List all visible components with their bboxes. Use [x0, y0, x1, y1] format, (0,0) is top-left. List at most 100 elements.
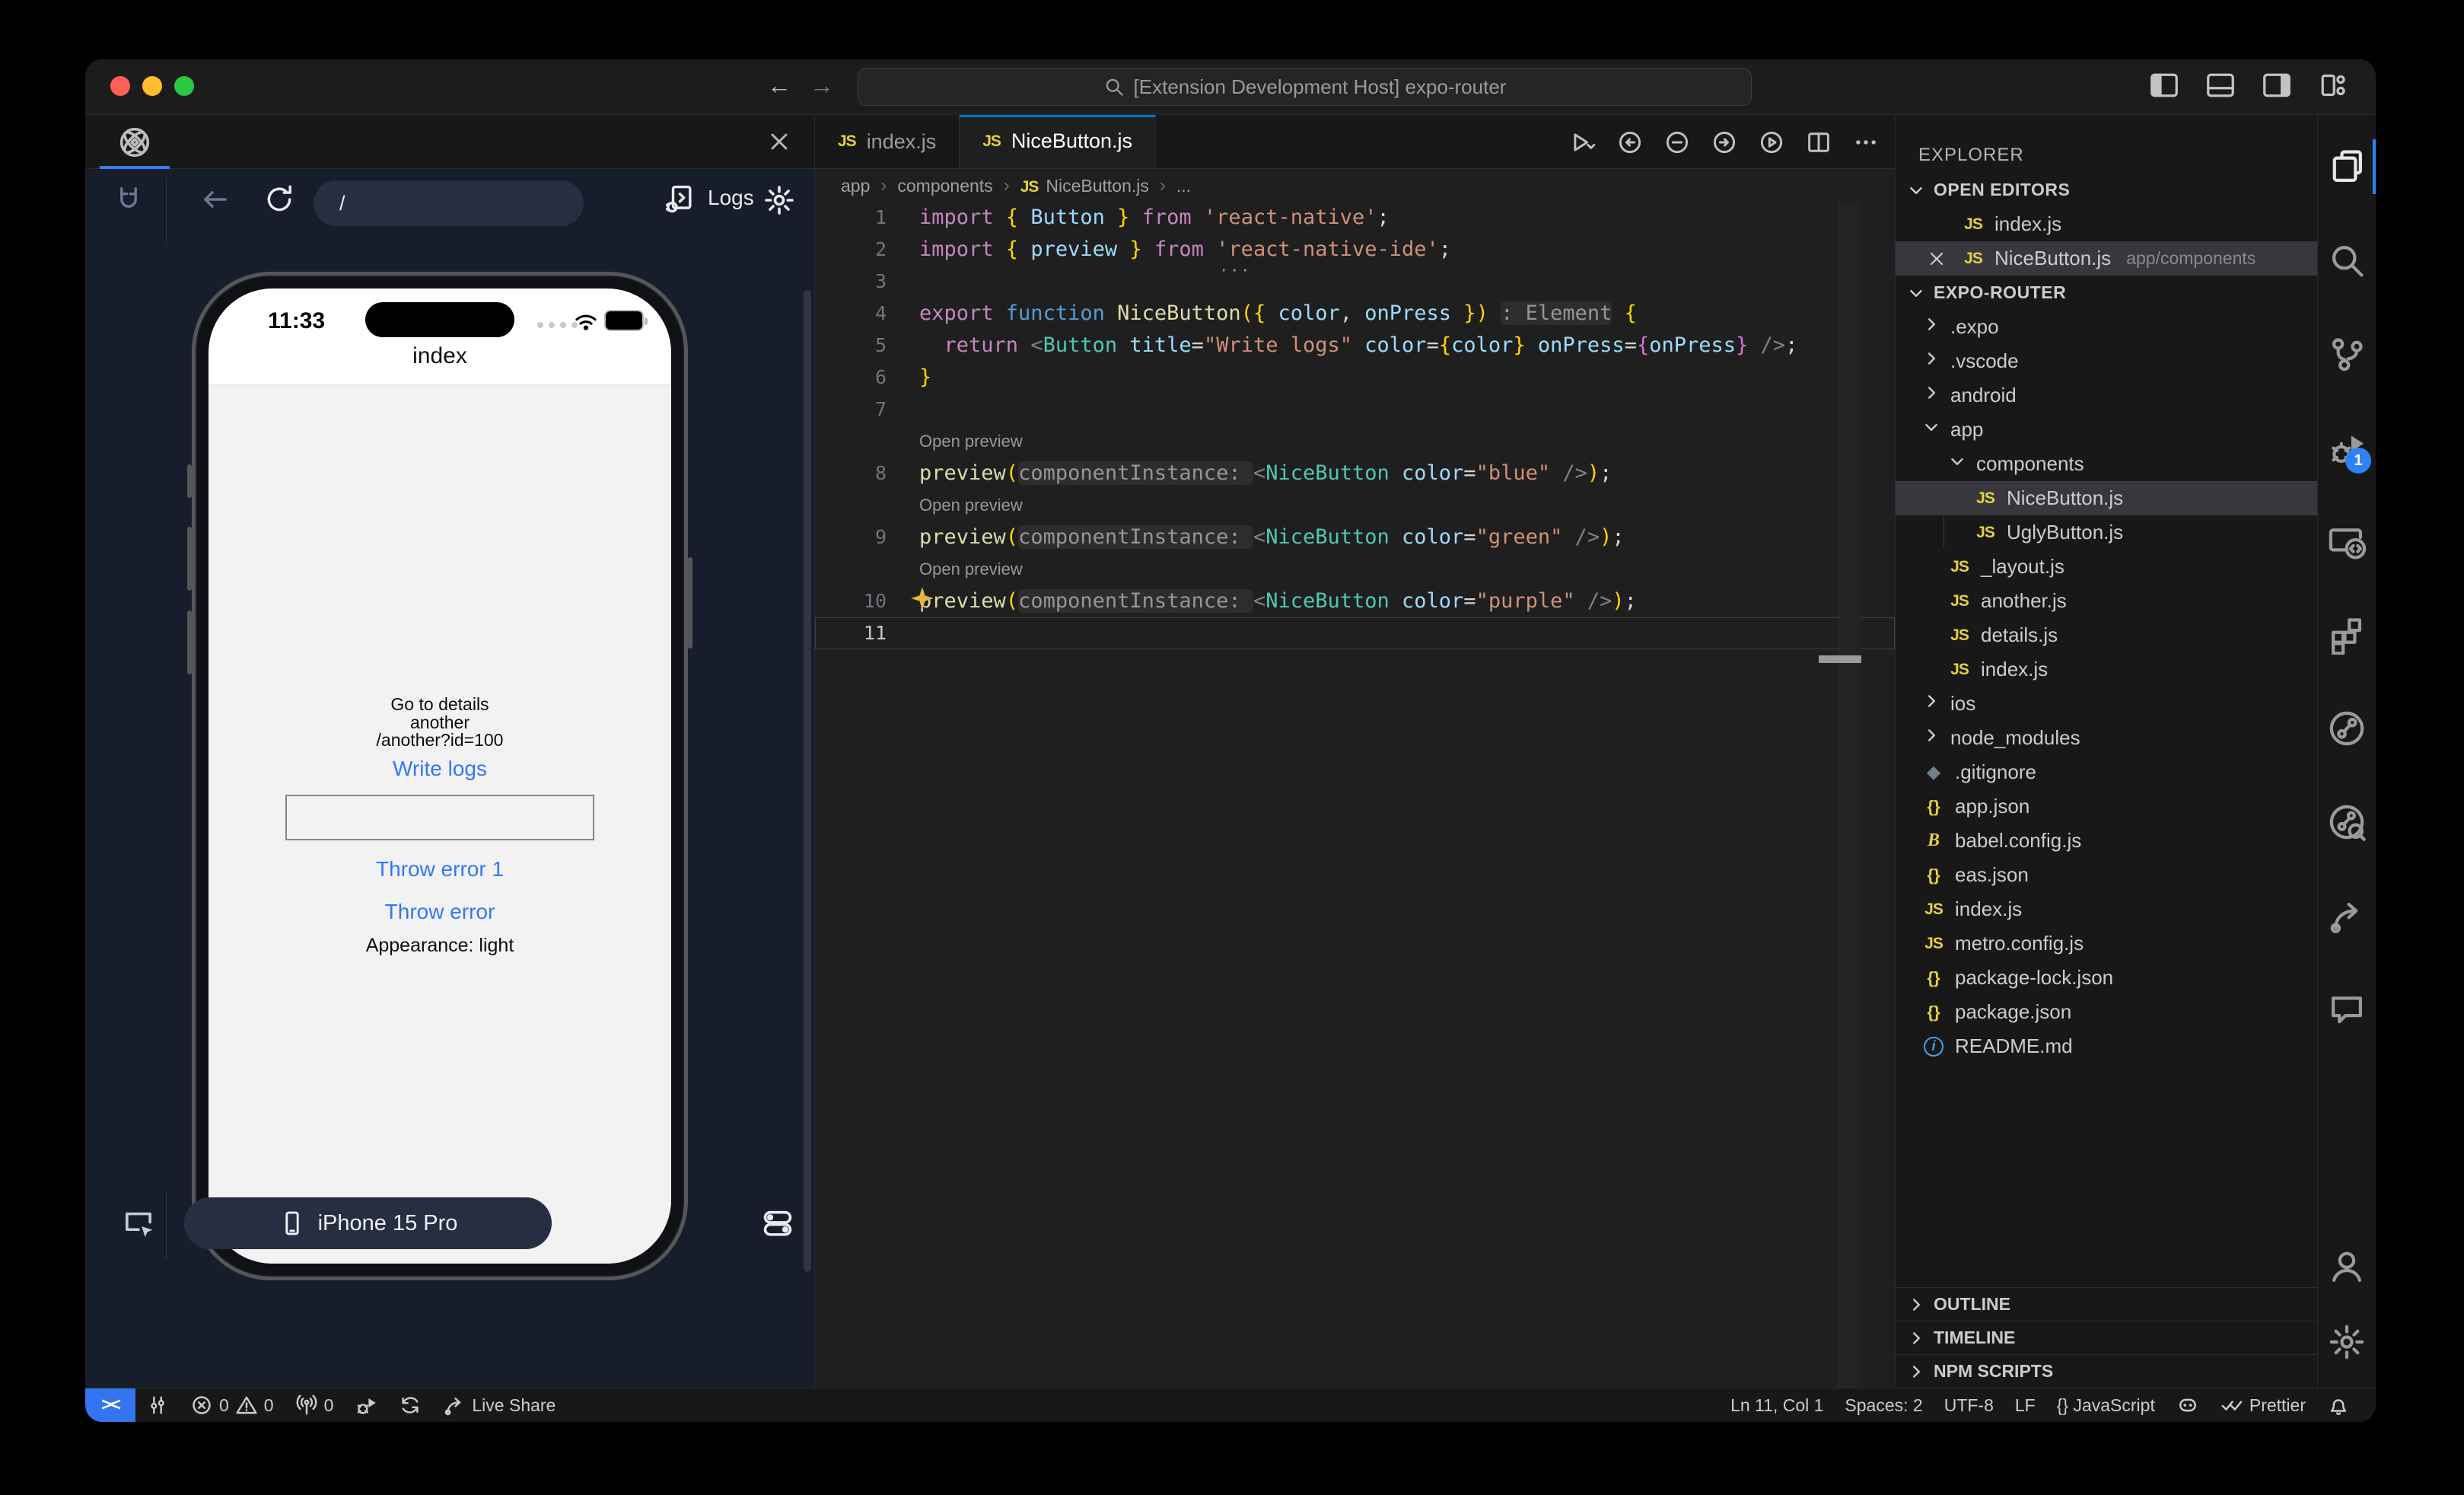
run-preview-icon[interactable] — [1758, 129, 1785, 156]
activity-remote-explorer-icon[interactable] — [2318, 503, 2376, 579]
magnet-icon[interactable] — [113, 183, 145, 219]
activity-source-control-icon[interactable] — [2318, 316, 2376, 392]
simulator-settings-gear-icon[interactable] — [762, 183, 796, 221]
customize-layout-icon[interactable] — [2318, 70, 2348, 100]
tree-item-app.json[interactable]: {}app.json — [1896, 789, 2317, 824]
write-logs-button[interactable]: Write logs — [209, 757, 671, 781]
phone-text-input[interactable] — [285, 795, 594, 840]
status-prettier[interactable]: Prettier — [2210, 1394, 2316, 1417]
tree-item-eas.json[interactable]: {}eas.json — [1896, 858, 2317, 892]
tree-item-UglyButton.js[interactable]: JSUglyButton.js — [1896, 515, 2317, 550]
breadcrumb[interactable]: app›components›JSNiceButton.js›... — [815, 170, 1895, 202]
code-line-7[interactable]: 7 — [815, 394, 1895, 426]
tree-item-babel.config.js[interactable]: Bbabel.config.js — [1896, 824, 2317, 858]
section-npm-scripts[interactable]: NPM SCRIPTS — [1896, 1354, 2317, 1388]
remote-indicator[interactable]: >< — [85, 1388, 135, 1422]
toggle-panel-icon[interactable] — [2205, 70, 2236, 100]
code-line-8[interactable]: 8preview(componentInstance: <NiceButton … — [815, 457, 1895, 489]
tree-item-.expo[interactable]: .expo — [1896, 310, 2317, 344]
codelens-open-preview[interactable]: Open preview — [815, 426, 1895, 457]
tree-item-another.js[interactable]: JSanother.js — [1896, 584, 2317, 618]
command-center-search[interactable]: [Extension Development Host] expo-router — [858, 68, 1752, 106]
status-language-mode[interactable]: {} JavaScript — [2046, 1395, 2166, 1416]
code-line-5[interactable]: 5 return <Button title="Write logs" colo… — [815, 330, 1895, 362]
status-sync[interactable] — [388, 1388, 432, 1422]
more-actions-icon[interactable] — [1852, 129, 1880, 156]
status-eol[interactable]: LF — [2004, 1395, 2046, 1416]
maximize-window-button[interactable] — [174, 76, 194, 96]
tree-item-_layout.js[interactable]: JS_layout.js — [1896, 550, 2317, 584]
tree-item-NiceButton.js[interactable]: JSNiceButton.js — [1896, 481, 2317, 515]
status-copilot[interactable] — [2166, 1394, 2210, 1417]
navigate-back-icon[interactable] — [1616, 129, 1644, 156]
logs-button[interactable]: Logs — [665, 182, 754, 214]
status-indentation[interactable]: Spaces: 2 — [1834, 1395, 1933, 1416]
activity-accounts-icon[interactable] — [2318, 1228, 2376, 1304]
activity-comments-icon[interactable] — [2318, 971, 2376, 1047]
throw-error-1-button[interactable]: Throw error 1 — [209, 857, 671, 881]
editor-scrollbar[interactable] — [1838, 202, 1861, 1388]
activity-extensions-icon[interactable] — [2318, 597, 2376, 673]
activity-run-and-debug-icon[interactable]: 1 — [2318, 410, 2376, 486]
reload-button[interactable] — [263, 183, 295, 219]
open-editor-index.js[interactable]: JSindex.js — [1896, 207, 2317, 241]
minimize-window-button[interactable] — [142, 76, 162, 96]
sparkle-code-action-icon[interactable] — [909, 585, 935, 621]
code-line-11[interactable]: 11 — [815, 617, 1895, 649]
tree-item-package-lock.json[interactable]: {}package-lock.json — [1896, 961, 2317, 995]
code-line-1[interactable]: 1import { Button } from 'react-native'; — [815, 202, 1895, 234]
link-go-to-details[interactable]: Go to details — [209, 694, 671, 715]
tree-item-ios[interactable]: ios — [1896, 687, 2317, 721]
tree-item-index.js[interactable]: JSindex.js — [1896, 892, 2317, 926]
close-editor-icon[interactable] — [766, 128, 793, 159]
tree-item-components[interactable]: components — [1896, 447, 2317, 481]
tree-item-README.md[interactable]: iREADME.md — [1896, 1029, 2317, 1063]
tree-item-package.json[interactable]: {}package.json — [1896, 995, 2317, 1029]
section-outline[interactable]: OUTLINE — [1896, 1287, 2317, 1321]
breadcrumb-item[interactable]: components — [897, 176, 992, 196]
close-window-button[interactable] — [110, 76, 130, 96]
status-debug-start[interactable] — [344, 1388, 388, 1422]
status-encoding[interactable]: UTF-8 — [1934, 1395, 2004, 1416]
tab-NiceButton.js[interactable]: JSNiceButton.js — [960, 115, 1156, 168]
phone-screen[interactable]: 11:33 index Go to details another /anoth… — [209, 288, 671, 1264]
status-notifications[interactable] — [2316, 1394, 2361, 1417]
tree-item-android[interactable]: android — [1896, 378, 2317, 413]
history-forward-button[interactable]: → — [805, 72, 839, 100]
section-timeline[interactable]: TIMELINE — [1896, 1321, 2317, 1354]
activity-live-share-icon[interactable] — [2318, 878, 2376, 954]
code-line-10[interactable]: 10preview(componentInstance: <NiceButton… — [815, 585, 1895, 617]
tree-item-.vscode[interactable]: .vscode — [1896, 344, 2317, 378]
activity-explorer-icon[interactable] — [2318, 129, 2376, 205]
breadcrumb-item[interactable]: JSNiceButton.js — [1020, 176, 1149, 196]
tree-item-index.js[interactable]: JSindex.js — [1896, 652, 2317, 687]
tree-item-metro.config.js[interactable]: JSmetro.config.js — [1896, 926, 2317, 961]
tree-item-details.js[interactable]: JSdetails.js — [1896, 618, 2317, 652]
tree-item-node_modules[interactable]: node_modules — [1896, 721, 2317, 755]
tab-index.js[interactable]: JSindex.js — [815, 115, 960, 168]
activity-radon-tools-icon[interactable] — [2318, 784, 2376, 860]
close-icon[interactable] — [1926, 248, 1952, 269]
status-ports[interactable]: 0 — [285, 1388, 345, 1422]
editor-horizontal-scrollbar[interactable] — [1819, 655, 1861, 663]
run-file-icon[interactable] — [1569, 129, 1597, 156]
tree-item-app[interactable]: app — [1896, 413, 2317, 447]
activity-manage-icon[interactable] — [2318, 1304, 2376, 1380]
simulator-scrollbar[interactable] — [804, 290, 811, 1272]
navigate-forward-icon[interactable] — [1711, 129, 1738, 156]
history-back-button[interactable]: ← — [762, 72, 796, 100]
status-tune[interactable] — [135, 1388, 180, 1422]
code-line-9[interactable]: 9preview(componentInstance: <NiceButton … — [815, 521, 1895, 553]
tree-item-.gitignore[interactable]: ◆.gitignore — [1896, 755, 2317, 789]
throw-error-button[interactable]: Throw error — [209, 900, 671, 924]
status-live-share[interactable]: Live Share — [432, 1388, 566, 1422]
nav-back-button[interactable] — [199, 183, 231, 219]
device-select-button[interactable]: iPhone 15 Pro — [184, 1197, 552, 1249]
codelens-open-preview[interactable]: Open preview — [815, 489, 1895, 521]
element-inspector-icon[interactable] — [122, 1207, 155, 1244]
record-icon[interactable] — [1663, 129, 1691, 156]
open-editors-header[interactable]: OPEN EDITORS — [1896, 173, 2317, 207]
code-line-3[interactable]: 3 — [815, 266, 1895, 298]
activity-search-icon[interactable] — [2318, 222, 2376, 298]
device-settings-toggles-icon[interactable] — [761, 1207, 794, 1244]
